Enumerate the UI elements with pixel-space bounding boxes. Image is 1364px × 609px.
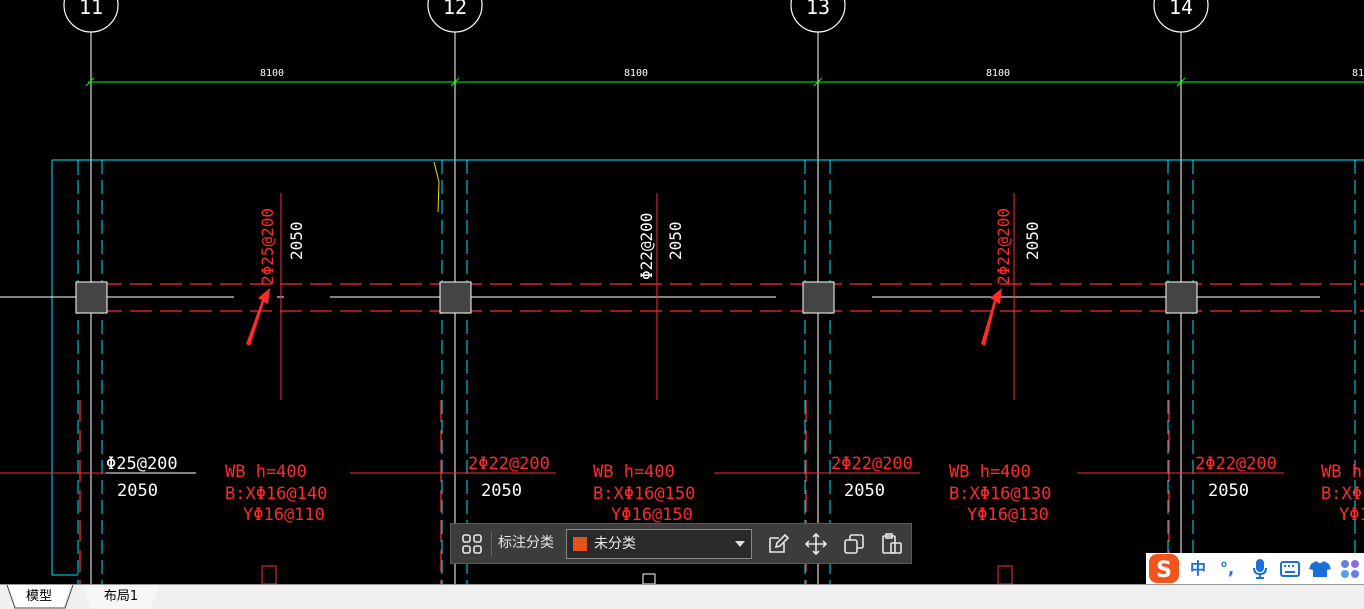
sogou-logo[interactable]: S (1146, 553, 1182, 584)
slab-4-height: WB h (1321, 462, 1362, 482)
ime-mode-toggle[interactable]: 中 (1186, 553, 1210, 584)
slab-2-by: YΦ16@150 (611, 505, 693, 525)
bottom-rebar-length-2: 2050 (481, 481, 522, 501)
dimension-label-3: 8100 (986, 68, 1010, 79)
shirt-icon[interactable] (1308, 553, 1332, 584)
slab-annotation-4: WB h B:XΦ1 YΦ1 (1321, 462, 1364, 525)
leader-mark (433, 161, 440, 213)
bottom-rebar-label-1: Φ25@200 (106, 454, 178, 474)
annotation-category-label: 标注分类 (498, 535, 554, 551)
top-rebar-label-3: 2Φ22@200 (994, 208, 1013, 285)
top-rebar-label-2: Φ22@200 (637, 213, 656, 280)
dimension-line: 8100 8100 8100 810 (85, 68, 1364, 87)
bottom-rebar-label-2: 2Φ22@200 (468, 454, 550, 474)
bottom-rebar-length-3: 2050 (844, 481, 885, 501)
dimension-label-4: 810 (1352, 68, 1364, 79)
slab-3-by: YΦ16@130 (967, 505, 1049, 525)
sogou-logo-letter: S (1156, 558, 1172, 583)
slab-3-bx: B:XΦ16@130 (949, 484, 1051, 504)
category-dropdown[interactable]: 未分类 (566, 529, 752, 559)
toolbar-separator (491, 532, 492, 556)
bottom-rebar-label-3: 2Φ22@200 (831, 454, 913, 474)
category-value: 未分类 (594, 536, 636, 552)
cut-off-labels (261, 565, 1013, 584)
move-icon[interactable] (803, 531, 829, 557)
slab-1-height: WB h=400 (225, 462, 307, 482)
slab-2-bx: B:XΦ16@150 (593, 484, 695, 504)
slab-3-height: WB h=400 (949, 462, 1031, 482)
annotation-toolbar: 标注分类 未分类 (450, 523, 912, 564)
edit-icon[interactable] (765, 531, 791, 557)
cad-drawing-canvas[interactable]: 11 12 13 14 8100 8100 8100 810 (0, 0, 1364, 584)
slab-4-by: YΦ1 (1339, 505, 1364, 525)
axis-label-11: 11 (79, 0, 103, 19)
axis-label-12: 12 (443, 0, 467, 19)
bottom-rebar-length-1: 2050 (117, 481, 158, 501)
slab-4-bx: B:XΦ1 (1321, 484, 1364, 504)
slab-annotation-2: WB h=400 B:XΦ16@150 YΦ16@150 (593, 462, 695, 525)
keyboard-icon[interactable] (1278, 553, 1302, 584)
dimension-label-1: 8100 (260, 68, 284, 79)
bottom-rebar-label-4: 2Φ22@200 (1195, 454, 1277, 474)
tab-layout1[interactable]: 布局1 (82, 585, 160, 609)
axis-label-13: 13 (806, 0, 830, 19)
top-rebar-length-1: 2050 (287, 221, 306, 260)
category-color-swatch (573, 537, 587, 551)
top-rebar-length-2: 2050 (666, 221, 685, 260)
ime-toolbar: S 中 °, (1146, 553, 1364, 584)
dimension-label-2: 8100 (624, 68, 648, 79)
slab-annotation-1: WB h=400 B:XΦ16@140 YΦ16@110 (225, 462, 327, 525)
copy-icon[interactable] (841, 531, 867, 557)
top-rebar-label-1: 2Φ25@200 (258, 208, 277, 285)
chevron-down-icon (735, 541, 745, 547)
paste-icon[interactable] (879, 531, 905, 557)
slab-1-bx: B:XΦ16@140 (225, 484, 327, 504)
mic-icon[interactable] (1250, 553, 1270, 584)
grid-icon[interactable] (459, 531, 485, 557)
apps-icon[interactable] (1338, 553, 1362, 584)
layout-tab-bar: 模型 布局1 (0, 584, 1364, 609)
ime-punct-toggle[interactable]: °, (1214, 553, 1240, 584)
bottom-rebar-length-4: 2050 (1208, 481, 1249, 501)
slab-annotation-3: WB h=400 B:XΦ16@130 YΦ16@130 (949, 462, 1051, 525)
slab-2-height: WB h=400 (593, 462, 675, 482)
axis-label-14: 14 (1169, 0, 1193, 19)
tab-model-border (6, 585, 74, 609)
top-rebar-length-3: 2050 (1023, 221, 1042, 260)
slab-1-by: YΦ16@110 (243, 505, 325, 525)
arrow-marker-1 (246, 288, 270, 346)
